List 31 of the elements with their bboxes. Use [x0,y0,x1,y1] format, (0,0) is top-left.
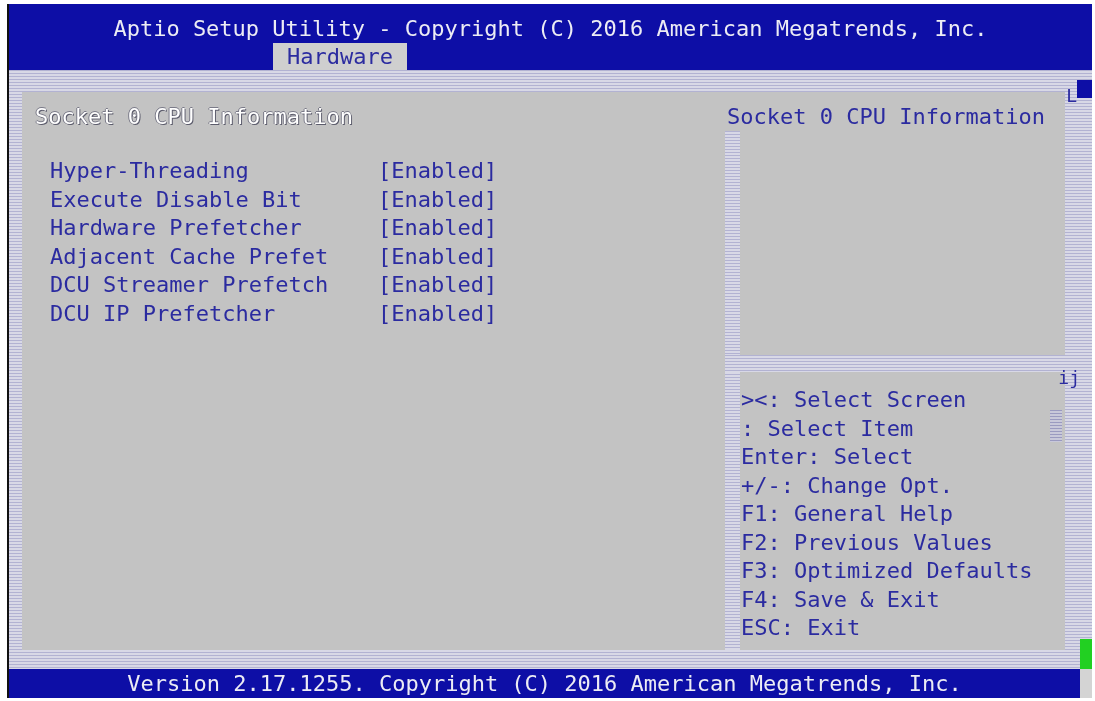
setting-value[interactable]: [Enabled] [378,214,498,243]
setting-value[interactable]: [Enabled] [378,271,498,300]
setting-value[interactable]: [Enabled] [378,242,498,271]
setting-label[interactable]: DCU IP Prefetcher [50,299,378,328]
key-hint: ><: Select Screen [741,386,967,414]
setting-label[interactable]: Hyper-Threading [50,157,378,186]
key-hint: : Select Item [741,414,914,443]
setting-label[interactable]: Adjacent Cache Prefet [50,242,378,271]
frame-glyph: L [1066,86,1077,106]
window-title: Aptio Setup Utility - Copyright (C) 2016 American Megatrends, Inc. [112,15,989,43]
key-hint: F2: Previous Values [741,528,993,557]
setting-label[interactable]: DCU Streamer Prefetch [50,271,378,300]
key-hint: ESC: Exit [741,614,861,642]
scrollbar-thumb [1050,410,1062,442]
setting-label[interactable]: Execute Disable Bit [50,185,378,214]
key-hint: F1: General Help [741,500,953,528]
menu-tab[interactable]: Hardware [273,43,407,70]
key-hint: +/-: Change Opt. [741,471,953,500]
setting-value[interactable]: [Enabled] [378,299,498,328]
key-hint: F3: Optimized Defaults [741,557,1033,585]
frame-glyph: ij [1058,368,1080,388]
section-heading: Socket 0 CPU Information [35,103,353,131]
version-bar: Version 2.17.1255. Copyright (C) 2016 American Megatrends, Inc. [9,669,1080,698]
key-hint: F4: Save & Exit [741,585,940,614]
setting-value[interactable]: [Enabled] [378,185,498,214]
help-title: Socket 0 CPU Information [726,103,1046,131]
scrollbar-thumb [1080,639,1092,669]
setting-value[interactable]: [Enabled] [378,157,498,186]
setting-label[interactable]: Hardware Prefetcher [50,214,378,243]
scroll-marker [1077,80,1092,98]
key-hint: Enter: Select [741,443,914,471]
